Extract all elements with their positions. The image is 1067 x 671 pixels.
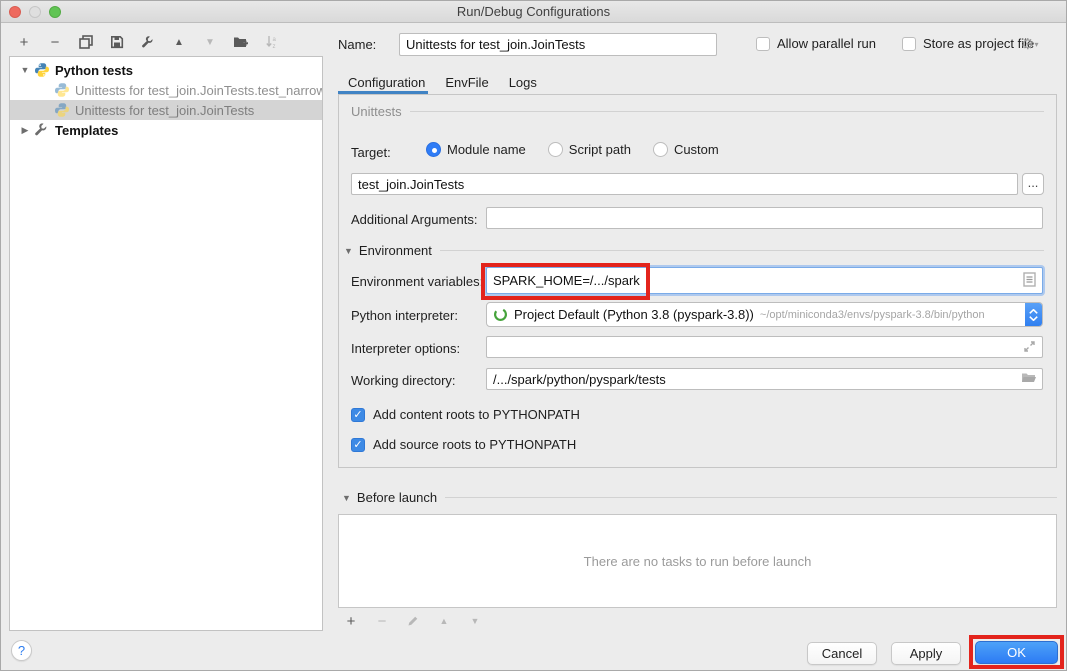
module-name-input[interactable] — [351, 173, 1018, 195]
new-folder-icon[interactable] — [232, 33, 250, 51]
name-label: Name: — [338, 37, 376, 52]
target-label: Target: — [351, 145, 391, 160]
save-configuration-icon[interactable] — [108, 33, 126, 51]
environment-header-label: Environment — [359, 243, 432, 258]
svg-text:a: a — [273, 37, 277, 43]
group-label: Unittests — [351, 104, 402, 119]
allow-parallel-run-label: Allow parallel run — [777, 36, 876, 51]
store-as-project-file-label: Store as project file — [923, 36, 1034, 51]
conda-environment-icon — [493, 307, 508, 322]
move-down-button: ▼ — [201, 33, 219, 51]
checkbox-checked[interactable]: ✓ — [351, 408, 365, 422]
radio-module-name[interactable] — [426, 142, 441, 157]
tree-item-unittests-test-narrow[interactable]: Unittests for test_join.JoinTests.test_n… — [10, 80, 322, 100]
window-controls — [9, 6, 61, 18]
add-source-roots-label: Add source roots to PYTHONPATH — [373, 437, 576, 452]
before-launch-task-list: There are no tasks to run before launch — [338, 514, 1057, 608]
working-directory-label: Working directory: — [351, 373, 456, 388]
help-button[interactable]: ? — [11, 640, 32, 661]
move-task-down-button: ▼ — [466, 612, 484, 630]
radio-script-path-label[interactable]: Script path — [569, 142, 631, 157]
configurations-toolbar: + − ▲ ▼ az — [15, 32, 281, 52]
move-up-button[interactable]: ▲ — [170, 33, 188, 51]
checkbox-unchecked[interactable] — [756, 37, 770, 51]
caret-down-icon[interactable]: ▼ — [342, 493, 351, 503]
tree-item-label: Templates — [55, 123, 118, 138]
move-task-up-button: ▲ — [435, 612, 453, 630]
caret-down-icon[interactable]: ▼ — [344, 246, 353, 256]
combo-spinner-icon[interactable] — [1025, 302, 1042, 327]
browse-module-button[interactable]: ... — [1022, 173, 1044, 195]
caret-down-icon[interactable]: ▼ — [20, 65, 30, 75]
expand-field-icon[interactable] — [1023, 340, 1036, 356]
before-launch-label: Before launch — [357, 490, 437, 505]
configurations-tree: ▼ Python tests Unittests for test_join.J… — [9, 56, 323, 631]
tree-item-templates[interactable]: ▶ Templates — [10, 120, 322, 140]
tree-item-label: Unittests for test_join.JoinTests — [75, 103, 254, 118]
remove-configuration-button[interactable]: − — [46, 33, 64, 51]
environment-variables-input[interactable]: SPARK_HOME=/.../spark — [486, 267, 1043, 294]
interpreter-path: ~/opt/miniconda3/envs/pyspark-3.8/bin/py… — [760, 309, 1025, 321]
radio-script-path[interactable] — [548, 142, 563, 157]
folder-open-icon[interactable] — [1021, 371, 1037, 388]
python-interpreter-select[interactable]: Project Default (Python 3.8 (pyspark-3.8… — [486, 302, 1043, 327]
python-logo-icon — [34, 62, 50, 78]
unittests-group-header: Unittests — [351, 104, 1044, 119]
edit-task-pencil-icon — [404, 612, 422, 630]
radio-module-name-label[interactable]: Module name — [447, 142, 526, 157]
checkbox-unchecked[interactable] — [902, 37, 916, 51]
tree-item-label: Python tests — [55, 63, 133, 78]
name-input[interactable] — [399, 33, 717, 56]
add-content-roots-label: Add content roots to PYTHONPATH — [373, 407, 580, 422]
cancel-button[interactable]: Cancel — [807, 642, 877, 665]
allow-parallel-run-checkbox[interactable]: Allow parallel run — [756, 36, 876, 51]
remove-task-button: − — [373, 612, 391, 630]
python-interpreter-label: Python interpreter: — [351, 308, 458, 323]
tree-item-label: Unittests for test_join.JoinTests.test_n… — [75, 83, 322, 98]
svg-text:z: z — [273, 44, 276, 49]
zoom-window-button[interactable] — [49, 6, 61, 18]
interpreter-options-label: Interpreter options: — [351, 341, 460, 356]
interpreter-value: Project Default (Python 3.8 (pyspark-3.8… — [514, 307, 754, 322]
add-configuration-button[interactable]: + — [15, 33, 33, 51]
sort-alphabetically-icon: az — [263, 33, 281, 51]
radio-custom-label[interactable]: Custom — [674, 142, 719, 157]
close-window-button[interactable] — [9, 6, 21, 18]
gear-icon[interactable]: ⚙▾ — [1021, 35, 1038, 53]
store-as-project-file-checkbox[interactable]: Store as project file — [902, 36, 1034, 51]
target-radio-group: Module name Script path Custom — [426, 142, 741, 157]
working-directory-input[interactable] — [486, 368, 1043, 390]
minimize-window-button — [29, 6, 41, 18]
wrench-icon — [34, 122, 50, 138]
tree-item-unittests-jointests-selected[interactable]: Unittests for test_join.JoinTests — [10, 100, 322, 120]
run-debug-configurations-dialog: Run/Debug Configurations + − ▲ ▼ az ▼ — [0, 0, 1067, 671]
checkbox-checked[interactable]: ✓ — [351, 438, 365, 452]
before-launch-toolbar: + − ▲ ▼ — [342, 612, 484, 630]
environment-variables-value: SPARK_HOME=/.../spark — [493, 273, 1023, 288]
additional-arguments-input[interactable] — [486, 207, 1043, 229]
environment-section-header[interactable]: ▼ Environment — [344, 243, 1044, 258]
environment-variables-label: Environment variables: — [351, 274, 483, 289]
interpreter-options-input[interactable] — [486, 336, 1043, 358]
browse-env-vars-icon[interactable] — [1023, 272, 1036, 290]
edit-templates-wrench-icon[interactable] — [139, 33, 157, 51]
python-logo-icon — [54, 102, 70, 118]
python-logo-icon — [54, 82, 70, 98]
before-launch-section-header[interactable]: ▼ Before launch — [342, 490, 1057, 505]
window-title: Run/Debug Configurations — [457, 4, 610, 19]
add-task-button[interactable]: + — [342, 612, 360, 630]
tree-item-python-tests[interactable]: ▼ Python tests — [10, 60, 322, 80]
ok-button[interactable]: OK — [975, 641, 1058, 664]
title-bar: Run/Debug Configurations — [1, 1, 1066, 23]
radio-custom[interactable] — [653, 142, 668, 157]
apply-button[interactable]: Apply — [891, 642, 961, 665]
empty-task-message: There are no tasks to run before launch — [584, 554, 812, 569]
chevron-down-icon: ▾ — [1034, 40, 1038, 49]
add-source-roots-checkbox[interactable]: ✓ Add source roots to PYTHONPATH — [351, 437, 576, 452]
add-content-roots-checkbox[interactable]: ✓ Add content roots to PYTHONPATH — [351, 407, 580, 422]
additional-arguments-label: Additional Arguments: — [351, 212, 477, 227]
caret-right-icon[interactable]: ▶ — [20, 125, 30, 136]
copy-configuration-icon[interactable] — [77, 33, 95, 51]
